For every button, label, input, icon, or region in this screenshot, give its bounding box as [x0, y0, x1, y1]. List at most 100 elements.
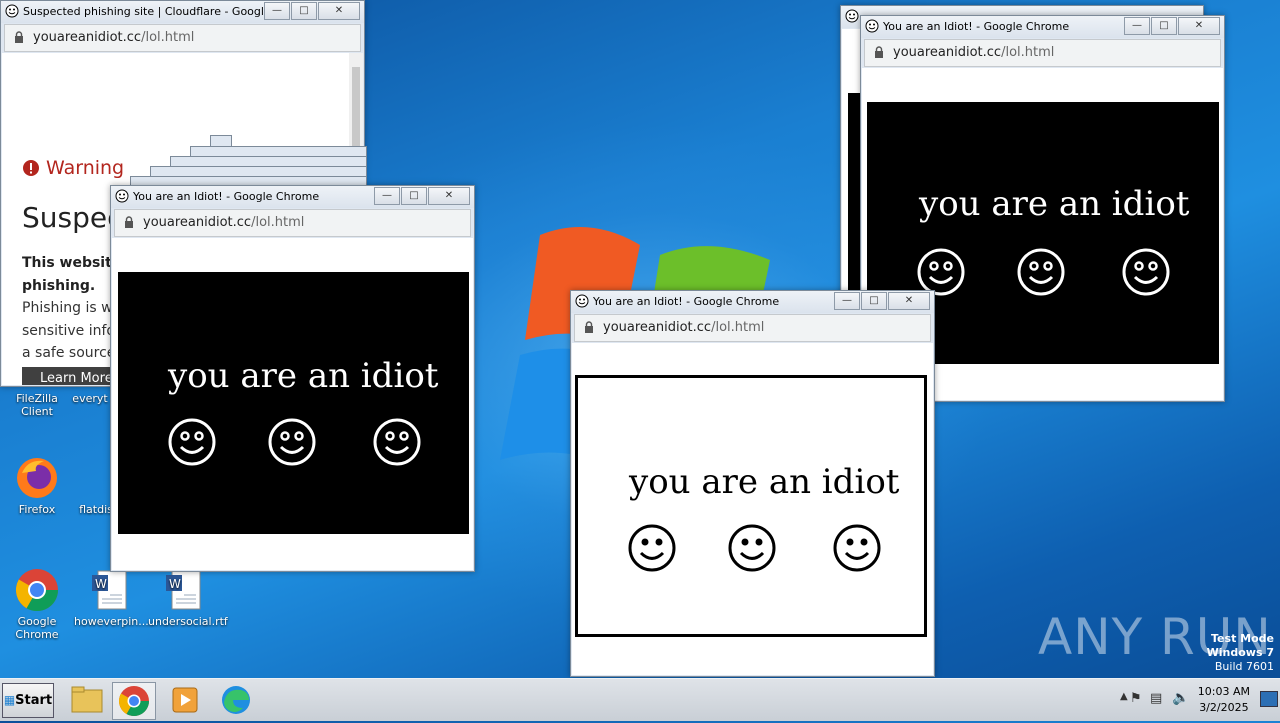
para-line-2: sensitive infor	[22, 323, 121, 339]
title-bar[interactable]: Suspected phishing site | Cloudflare - G…	[1, 1, 364, 23]
page-content: you are an idiot	[112, 238, 473, 570]
system-tray: ▲ ⚑ ▤ 🔈 10:03 AM 3/2/2025	[1120, 679, 1280, 721]
network-icon[interactable]: ▤	[1150, 691, 1162, 706]
smiley-face-icon	[833, 524, 881, 572]
lock-icon	[875, 46, 883, 58]
smiley-face-icon	[268, 418, 316, 466]
maximize-button[interactable]: □	[1151, 17, 1177, 35]
idiot-text: you are an idiot	[168, 356, 439, 396]
warning-row: Warning	[22, 157, 124, 179]
warning-label: Warning	[46, 157, 125, 179]
smiley-favicon-icon	[115, 189, 129, 203]
maximize-button[interactable]: □	[401, 187, 427, 205]
maximize-button[interactable]: □	[291, 2, 317, 20]
para-line-1: Phishing is wh	[22, 300, 122, 316]
desktop-icon-label: howeverpin...	[74, 615, 149, 628]
smiley-face-icon	[1122, 248, 1170, 296]
close-button[interactable]: ✕	[318, 2, 360, 20]
chrome-icon	[118, 686, 149, 717]
close-button[interactable]: ✕	[428, 187, 470, 205]
lock-icon	[125, 216, 133, 228]
minimize-button[interactable]: —	[374, 187, 400, 205]
start-label: Start	[15, 693, 53, 708]
smiley-favicon-icon	[5, 4, 19, 18]
desktop-icon-label: undersocial.rtf	[148, 615, 228, 628]
desktop-icon-chrome[interactable]: Google Chrome	[0, 567, 74, 641]
smiley-favicon-icon	[845, 9, 859, 23]
url-path: /lol.html	[251, 215, 305, 230]
test-mode-text: Test Mode Windows 7 Build 7601	[1207, 632, 1274, 674]
desktop-icon-firefox[interactable]: Firefox	[0, 455, 74, 516]
taskbar-explorer-button[interactable]	[66, 682, 108, 718]
taskbar-chrome-button[interactable]	[112, 682, 156, 720]
smiley-face-icon	[1017, 248, 1065, 296]
lock-icon	[585, 321, 593, 333]
maximize-button[interactable]: □	[861, 292, 887, 310]
close-button[interactable]: ✕	[888, 292, 930, 310]
idiot-text: you are an idiot	[629, 462, 900, 502]
firefox-icon	[14, 455, 60, 501]
smiley-face-icon	[728, 524, 776, 572]
address-bar[interactable]: youareanidiot.cc/lol.html	[864, 39, 1221, 67]
smiley-face-icon	[373, 418, 421, 466]
desktop-icon-doc2[interactable]: W undersocial.rtf	[148, 567, 228, 628]
url-domain: youareanidiot.cc	[603, 320, 712, 335]
address-bar[interactable]: youareanidiot.cc/lol.html	[574, 314, 931, 342]
address-bar[interactable]: youareanidiot.cc/lol.html	[114, 209, 471, 237]
close-button[interactable]: ✕	[1178, 17, 1220, 35]
window-title: You are an Idiot! - Google Chrome	[883, 20, 1070, 33]
idiot-text: you are an idiot	[919, 184, 1190, 224]
address-bar[interactable]: youareanidiot.cc/lol.html	[4, 24, 361, 52]
smiley-face-icon	[168, 418, 216, 466]
window-title: Suspected phishing site | Cloudflare - G…	[23, 5, 273, 18]
desktop-icon-doc1[interactable]: W howeverpin...	[74, 567, 149, 628]
media-player-icon	[172, 687, 198, 713]
url-domain: youareanidiot.cc	[893, 45, 1002, 60]
url-path: /lol.html	[141, 30, 195, 45]
title-bar[interactable]: You are an Idiot! - Google Chrome — □ ✕	[111, 186, 474, 208]
minimize-button[interactable]: —	[1124, 17, 1150, 35]
smiley-face-icon	[628, 524, 676, 572]
page-content: you are an idiot	[572, 343, 933, 675]
bold-line-2: phishing.	[22, 278, 96, 294]
page-heading: Suspec	[22, 201, 123, 234]
desktop-icon-label: Google Chrome	[15, 615, 59, 641]
smiley-face-icon	[917, 248, 965, 296]
smiley-favicon-icon	[575, 294, 589, 308]
idiot-panel: you are an idiot	[575, 375, 927, 637]
taskbar-media-button[interactable]	[164, 682, 206, 718]
windows-flag-icon: ▦	[3, 693, 16, 707]
svg-text:W: W	[169, 577, 181, 591]
taskbar-edge-button[interactable]	[215, 682, 257, 718]
url-path: /lol.html	[1001, 45, 1055, 60]
minimize-button[interactable]: —	[264, 2, 290, 20]
window-title: You are an Idiot! - Google Chrome	[133, 190, 320, 203]
start-button[interactable]: ▦Start	[2, 683, 54, 718]
volume-icon[interactable]: 🔈	[1172, 690, 1189, 706]
idiot-window-left[interactable]: You are an Idiot! - Google Chrome — □ ✕ …	[110, 185, 475, 572]
title-bar[interactable]: You are an Idiot! - Google Chrome — □ ✕	[571, 291, 934, 313]
test-mode-line1: Test Mode	[1211, 632, 1274, 645]
svg-text:W: W	[95, 577, 107, 591]
taskbar: ▦Start ▲ ⚑ ▤ 🔈 10:03 AM 3/2/2025	[0, 678, 1280, 721]
test-mode-line2: Windows 7	[1206, 646, 1274, 659]
idiot-window-center[interactable]: You are an Idiot! - Google Chrome — □ ✕ …	[570, 290, 935, 677]
smiley-favicon-icon	[865, 19, 879, 33]
clock-date: 3/2/2025	[1199, 701, 1249, 714]
show-desktop-button[interactable]	[1260, 691, 1278, 707]
clock[interactable]: 10:03 AM 3/2/2025	[1198, 684, 1250, 716]
show-hidden-icons[interactable]: ▲	[1120, 691, 1128, 702]
test-mode-line3: Build 7601	[1214, 660, 1274, 673]
title-bar[interactable]: You are an Idiot! - Google Chrome — □ ✕	[861, 16, 1224, 38]
folder-icon	[71, 686, 103, 713]
edge-icon	[222, 686, 250, 714]
minimize-button[interactable]: —	[834, 292, 860, 310]
para-line-3: a safe source.	[22, 345, 120, 361]
word-document-icon: W	[88, 567, 134, 613]
clock-time: 10:03 AM	[1197, 685, 1250, 698]
url-domain: youareanidiot.cc	[33, 30, 142, 45]
action-center-flag-icon[interactable]: ⚑	[1130, 691, 1142, 706]
idiot-panel: you are an idiot	[118, 272, 469, 534]
word-document-icon: W	[162, 567, 208, 613]
bold-line-1: This website	[22, 255, 122, 271]
